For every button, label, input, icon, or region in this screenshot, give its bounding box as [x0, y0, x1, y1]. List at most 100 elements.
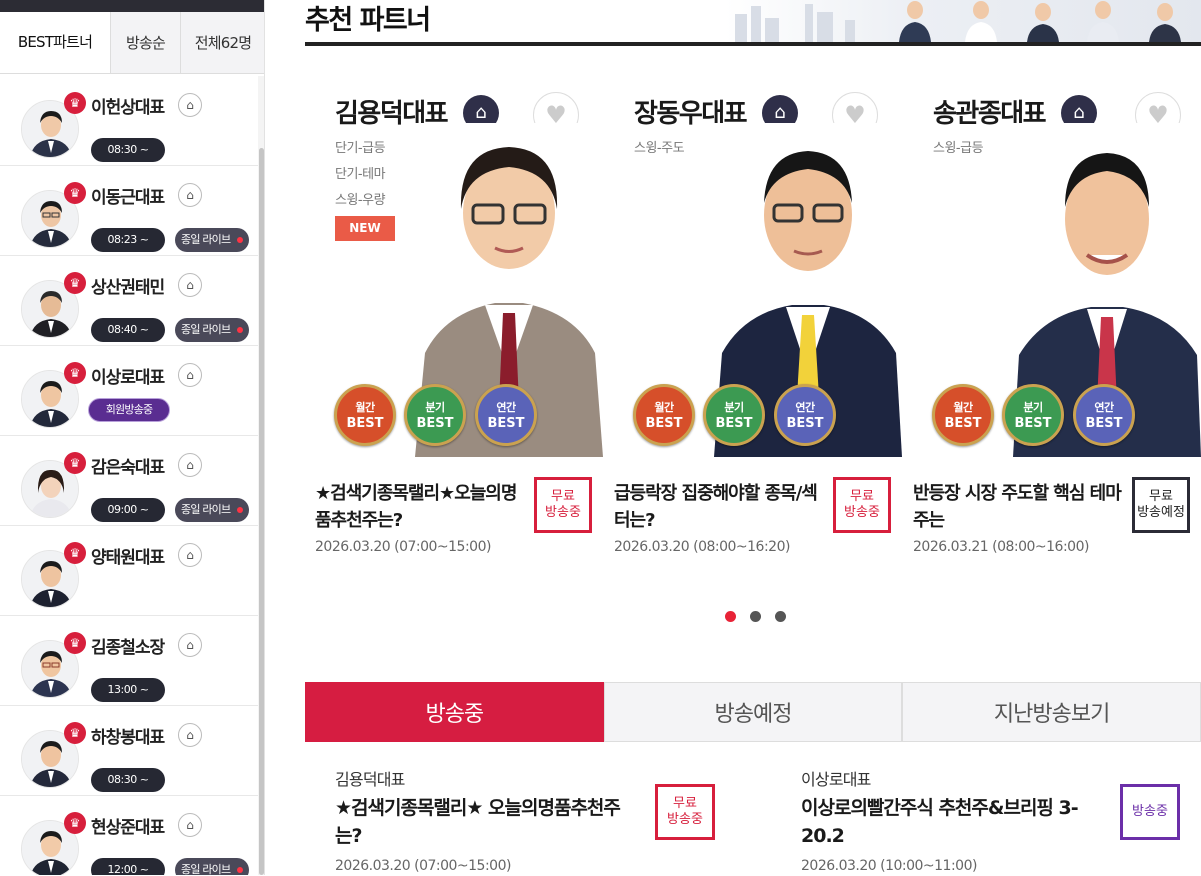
broadcast-time-badge: 08:40 ~ [91, 318, 165, 342]
all-day-live-badge: 종일 라이브 [175, 228, 249, 252]
card-tags: 스윙-급등 [933, 136, 984, 162]
card-broadcast-title[interactable]: 급등락장 집중해야할 종목/섹터는? [614, 480, 822, 534]
partner-item[interactable]: ♛ 감은숙대표 ⌂ 09:00 ~ 종일 라이브 [0, 436, 258, 526]
quarterly-best-medal: 분기 BEST [1002, 384, 1064, 446]
free-broadcast-status[interactable]: 무료 방송중 [655, 784, 715, 840]
carousel-dot[interactable] [725, 611, 736, 622]
card-broadcast-date: 2026.03.21 (08:00~16:00) [913, 539, 1089, 555]
partner-name: 상산권태민 [91, 278, 165, 298]
partner-item[interactable]: ♛ 이동근대표 ⌂ 08:23 ~ 종일 라이브 [0, 166, 258, 256]
partner-card[interactable]: 장동우대표 ⌂ ♥ 스윙-주도 월간 BEST 분기 BEST 연간 BEST … [604, 88, 902, 558]
sidebar-scrollbar[interactable] [258, 76, 264, 875]
broadcast-tabs: 방송중 방송예정 지난방송보기 [305, 682, 1201, 742]
home-icon[interactable]: ⌂ [178, 273, 202, 297]
partner-name: 이헌상대표 [91, 98, 165, 118]
broadcast-time-badge: 12:00 ~ [91, 858, 165, 875]
broadcast-title[interactable]: ★검색기종목랠리★ 오늘의명품추천주는? [335, 794, 625, 850]
on-air-status[interactable]: 방송중 [1120, 784, 1180, 840]
broadcast-item[interactable]: 이상로대표 이상로의빨간주식 추천주&브리핑 3-20.2 2026.03.20… [771, 766, 1201, 876]
all-day-live-badge: 종일 라이브 [175, 858, 249, 875]
carousel-pagination [725, 611, 786, 622]
partner-item[interactable]: ♛ 양태원대표 ⌂ [0, 526, 258, 616]
yearly-best-medal: 연간 BEST [475, 384, 537, 446]
partner-item[interactable]: ♛ 이헌상대표 ⌂ 08:30 ~ [0, 76, 258, 166]
home-icon[interactable]: ⌂ [178, 183, 202, 207]
title-underline [305, 42, 1201, 46]
carousel-dot[interactable] [775, 611, 786, 622]
partner-name: 하창봉대표 [91, 728, 165, 748]
partner-item[interactable]: ♛ 하창봉대표 ⌂ 08:30 ~ [0, 706, 258, 796]
card-broadcast-date: 2026.03.20 (08:00~16:20) [614, 539, 790, 555]
crown-icon: ♛ [64, 362, 86, 384]
award-badges: 월간 BEST 분기 BEST 연간 BEST [932, 384, 1152, 448]
tag: 스윙-주도 [634, 141, 685, 156]
new-badge: NEW [335, 216, 395, 241]
crown-icon: ♛ [64, 182, 86, 204]
section-title: 추천 파트너 [305, 5, 431, 36]
crown-icon: ♛ [64, 452, 86, 474]
card-broadcast-title[interactable]: 반등장 시장 주도할 핵심 테마주는 [913, 480, 1122, 534]
tag: 단기-테마 [335, 167, 386, 182]
tab-best-partner[interactable]: BEST파트너 [0, 12, 110, 73]
home-icon[interactable]: ⌂ [178, 723, 202, 747]
broadcast-item[interactable]: 김용덕대표 ★검색기종목랠리★ 오늘의명품추천주는? 2026.03.20 (0… [305, 766, 745, 876]
broadcast-time-badge: 09:00 ~ [91, 498, 165, 522]
partner-name: 이상로대표 [91, 368, 165, 388]
crown-icon: ♛ [64, 542, 86, 564]
award-badges: 월간 BEST 분기 BEST 연간 BEST [633, 384, 853, 448]
broadcast-title[interactable]: 이상로의빨간주식 추천주&브리핑 3-20.2 [801, 794, 1091, 850]
award-badges: 월간 BEST 분기 BEST 연간 BEST [334, 384, 554, 448]
broadcast-date: 2026.03.20 (10:00~11:00) [801, 858, 977, 874]
all-day-live-badge: 종일 라이브 [175, 318, 249, 342]
home-icon[interactable]: ⌂ [178, 363, 202, 387]
tab-scheduled[interactable]: 방송예정 [603, 682, 903, 742]
free-broadcast-status[interactable]: 무료 방송중 [833, 477, 891, 533]
member-broadcast-badge: 회원방송중 [88, 398, 170, 422]
tag: 단기-급등 [335, 141, 386, 156]
monthly-best-medal: 월간 BEST [932, 384, 994, 446]
yearly-best-medal: 연간 BEST [774, 384, 836, 446]
broadcast-host: 이상로대표 [801, 770, 871, 789]
tab-broadcast-order[interactable]: 방송순 [110, 12, 180, 73]
scrollbar-thumb[interactable] [259, 148, 264, 875]
home-icon[interactable]: ⌂ [178, 453, 202, 477]
crown-icon: ♛ [64, 92, 86, 114]
partner-item[interactable]: ♛ 김종철소장 ⌂ 13:00 ~ [0, 616, 258, 706]
sidebar-tabs: BEST파트너 방송순 전체62명 [0, 12, 264, 74]
partner-name: 양태원대표 [91, 548, 165, 568]
sidebar-top-bar [0, 0, 264, 12]
scheduled-broadcast-status[interactable]: 무료 방송예정 [1132, 477, 1190, 533]
monthly-best-medal: 월간 BEST [334, 384, 396, 446]
home-icon[interactable]: ⌂ [178, 543, 202, 567]
home-icon[interactable]: ⌂ [178, 633, 202, 657]
crown-icon: ♛ [64, 272, 86, 294]
monthly-best-medal: 월간 BEST [633, 384, 695, 446]
card-tags: 스윙-주도 [634, 136, 685, 162]
card-broadcast-title[interactable]: ★검색기종목랠리★오늘의명품추천주는? [315, 480, 523, 534]
partner-card[interactable]: 김용덕대표 ⌂ ♥ 단기-급등 단기-테마 스윙-우량 NEW 월간 BEST … [305, 88, 603, 558]
card-broadcast-date: 2026.03.20 (07:00~15:00) [315, 539, 491, 555]
broadcast-time-badge: 08:30 ~ [91, 768, 165, 792]
home-icon[interactable]: ⌂ [178, 93, 202, 117]
partner-name: 현상준대표 [91, 818, 165, 838]
home-icon[interactable]: ⌂ [178, 813, 202, 837]
tag: 스윙-우량 [335, 193, 386, 208]
partner-item[interactable]: ♛ 현상준대표 ⌂ 12:00 ~ 종일 라이브 [0, 796, 258, 875]
tab-past-broadcasts[interactable]: 지난방송보기 [902, 682, 1201, 742]
crown-icon: ♛ [64, 812, 86, 834]
tab-all-partners[interactable]: 전체62명 [180, 12, 264, 73]
header-banner-image [725, 0, 1201, 42]
broadcast-time-badge: 08:30 ~ [91, 138, 165, 162]
partner-item[interactable]: ♛ 상산권태민 ⌂ 08:40 ~ 종일 라이브 [0, 256, 258, 346]
partner-item[interactable]: ♛ 이상로대표 ⌂ 회원방송중 [0, 346, 258, 436]
quarterly-best-medal: 분기 BEST [703, 384, 765, 446]
main-content: 추천 파트너 김용덕대표 ⌂ ♥ 단기-급등 단기-테마 스윙-우량 NEW 월… [265, 0, 1201, 875]
partner-name: 김종철소장 [91, 638, 165, 658]
crown-icon: ♛ [64, 722, 86, 744]
partner-card[interactable]: 송관종대표 ⌂ ♥ 스윙-급등 월간 BEST 분기 BEST 연간 BEST … [903, 88, 1201, 558]
tag: 스윙-급등 [933, 141, 984, 156]
free-broadcast-status[interactable]: 무료 방송중 [534, 477, 592, 533]
carousel-dot[interactable] [750, 611, 761, 622]
broadcast-time-badge: 13:00 ~ [91, 678, 165, 702]
tab-on-air[interactable]: 방송중 [305, 682, 604, 742]
